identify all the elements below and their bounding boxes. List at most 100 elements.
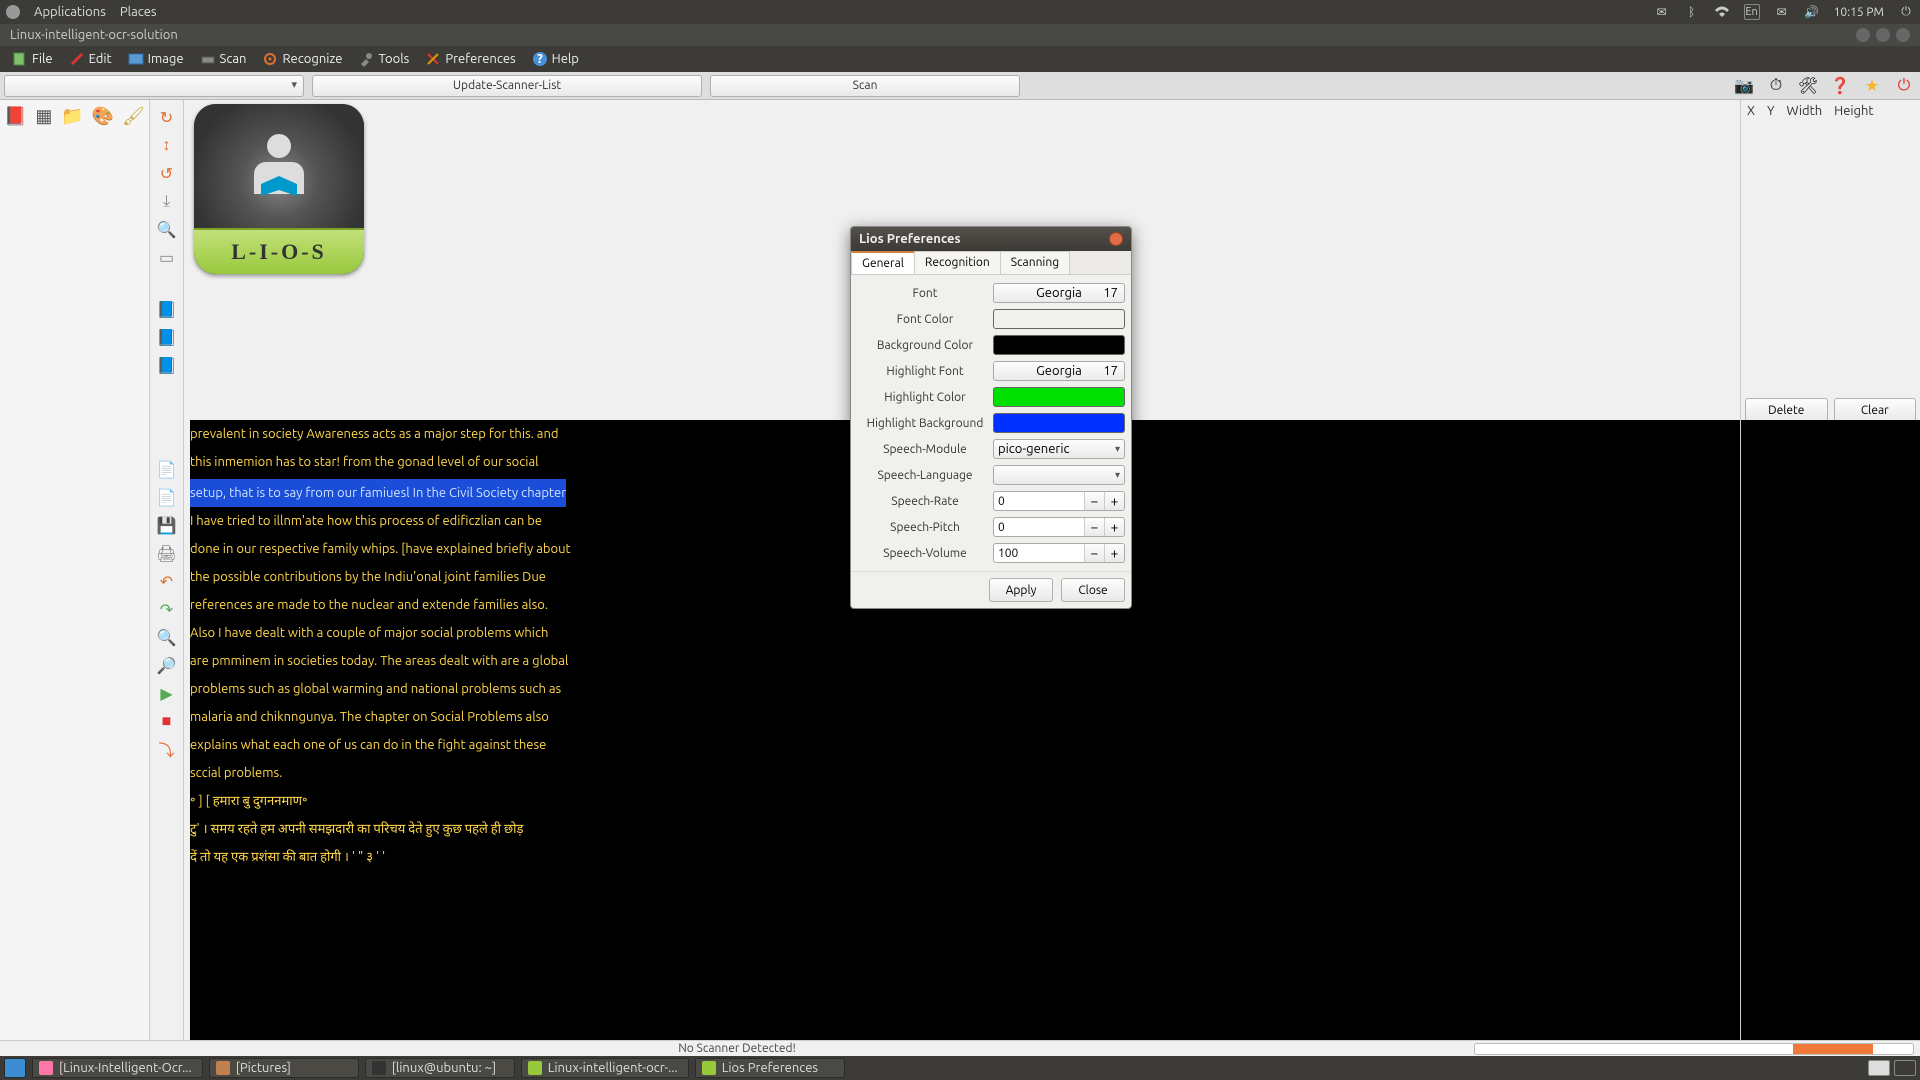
window-close-button[interactable] [1896,28,1910,42]
power-icon[interactable]: ⏻ [1898,4,1914,20]
speech-volume-input[interactable] [994,547,1084,560]
increment-icon[interactable]: + [1104,518,1124,536]
taskbar-item[interactable]: Linux-intelligent-ocr-... [521,1058,689,1078]
power-icon-button[interactable]: ⏻ [1892,74,1916,98]
image-icon [128,51,144,67]
taskbar-item[interactable]: Lios Preferences [695,1058,845,1078]
background-color-button[interactable] [993,335,1125,355]
speech-rate-spinbutton[interactable]: − + [993,491,1125,511]
camera-icon[interactable]: 📷 [1732,74,1756,98]
help-icon: ? [532,51,548,67]
taskbar-item[interactable]: [linux@ubuntu: ~] [365,1058,515,1078]
highlight-font-chooser-button[interactable]: Georgia 17 [993,361,1125,381]
workspace-2[interactable] [1894,1060,1916,1076]
applications-menu[interactable]: Applications [34,5,106,19]
pdf-icon[interactable]: 📕 [4,104,26,128]
speech-pitch-spinbutton[interactable]: − + [993,517,1125,537]
show-desktop-button[interactable] [4,1058,26,1078]
font-color-button[interactable] [993,309,1125,329]
menu-scan[interactable]: Scan [194,51,253,67]
taskbar-item[interactable]: [Pictures] [209,1058,359,1078]
ocr-page-2-icon[interactable]: 📘 [156,326,178,348]
decrement-icon[interactable]: − [1084,492,1104,510]
tab-scanning[interactable]: Scanning [1000,251,1070,274]
print-icon[interactable]: 🖨 [156,542,178,564]
menu-preferences[interactable]: Preferences [419,51,521,67]
brush-icon[interactable]: 🖌 [122,104,145,128]
help-icon-button[interactable]: ❓ [1828,74,1852,98]
places-menu[interactable]: Places [120,5,157,19]
insert-page-icon[interactable]: 📄 [156,458,178,480]
export-icon[interactable]: ⤓ [156,190,178,212]
settings-wrench-icon[interactable]: 🛠 [1796,74,1820,98]
menu-image[interactable]: Image [122,51,190,67]
undo-icon[interactable]: ↶ [156,570,178,592]
update-scanner-list-button[interactable]: Update-Scanner-List [312,75,702,97]
window-maximize-button[interactable] [1876,28,1890,42]
folder-icon[interactable]: 📁 [61,104,83,128]
minimize-rect-icon[interactable]: ▭ [156,246,178,268]
timer-icon[interactable]: ⏱ [1764,74,1788,98]
delete-button[interactable]: Delete [1745,398,1828,422]
find-replace-icon[interactable]: 🔎 [156,654,178,676]
coord-width-label: Width [1787,104,1823,118]
play-icon[interactable]: ▶ [156,682,178,704]
wifi-icon[interactable] [1714,4,1730,20]
keyboard-lang-indicator[interactable]: En [1744,4,1760,20]
speech-pitch-input[interactable] [994,521,1084,534]
taskbar-item[interactable]: [Linux-Intelligent-Ocr... [32,1058,203,1078]
find-icon[interactable]: 🔍 [156,626,178,648]
scanner-select-combo[interactable] [4,75,304,97]
menu-recognize[interactable]: Recognize [256,51,348,67]
flip-vertical-icon[interactable]: ↕ [156,134,178,156]
page-icon[interactable]: ▦ [34,104,53,128]
updates-icon[interactable]: ✉ [1654,4,1670,20]
tab-general[interactable]: General [851,251,915,274]
ubuntu-logo-icon[interactable] [6,5,20,19]
speech-volume-spinbutton[interactable]: − + [993,543,1125,563]
volume-icon[interactable]: 🔊 [1804,4,1820,20]
rotate-right-icon[interactable]: ↻ [156,106,178,128]
scan-button[interactable]: Scan [710,75,1020,97]
clock[interactable]: 10:15 PM [1834,6,1884,19]
menu-help[interactable]: ? Help [526,51,585,67]
close-button[interactable]: Close [1061,578,1125,602]
increment-icon[interactable]: + [1104,492,1124,510]
goto-icon[interactable]: ⤵ [156,738,178,760]
decrement-icon[interactable]: − [1084,518,1104,536]
tab-recognition[interactable]: Recognition [914,251,1001,274]
delete-page-icon[interactable]: 📄 [156,486,178,508]
speech-module-combo[interactable]: pico-generic [993,439,1125,459]
star-icon[interactable]: ★ [1860,74,1884,98]
text-line: explains what each one of us can do in t… [190,731,1734,759]
ocr-page-3-icon[interactable]: 📘 [156,354,178,376]
font-chooser-button[interactable]: Georgia 17 [993,283,1125,303]
highlight-color-button[interactable] [993,387,1125,407]
dialog-close-button[interactable] [1109,232,1123,246]
speech-module-label: Speech-Module [857,443,993,456]
ocr-page-1-icon[interactable]: 📘 [156,298,178,320]
zoom-icon[interactable]: 🔍 [156,218,178,240]
workspace-1[interactable] [1868,1060,1890,1076]
highlight-background-button[interactable] [993,413,1125,433]
menu-tools[interactable]: Tools [352,51,415,67]
increment-icon[interactable]: + [1104,544,1124,562]
clear-button[interactable]: Clear [1834,398,1917,422]
save-page-icon[interactable]: 💾 [156,514,178,536]
rotate-left-icon[interactable]: ↺ [156,162,178,184]
color-tool-icon[interactable]: 🎨 [92,104,114,128]
apply-button[interactable]: Apply [989,578,1053,602]
coord-height-label: Height [1834,104,1873,118]
text-line: sccial problems. [190,759,1734,787]
mail-icon[interactable]: ✉ [1774,4,1790,20]
menu-edit[interactable]: Edit [63,51,118,67]
decrement-icon[interactable]: − [1084,544,1104,562]
bluetooth-icon[interactable]: ᛒ [1684,4,1700,20]
speech-language-combo[interactable] [993,465,1125,485]
speech-rate-input[interactable] [994,495,1084,508]
stop-icon[interactable]: ■ [156,710,178,732]
window-minimize-button[interactable] [1856,28,1870,42]
redo-icon[interactable]: ↷ [156,598,178,620]
coord-x-label: X [1747,104,1755,118]
menu-file[interactable]: File [6,51,59,67]
